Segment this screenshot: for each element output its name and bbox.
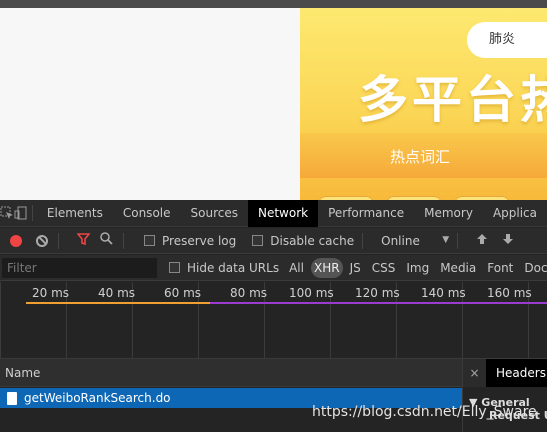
column-header-name[interactable]: Name bbox=[0, 359, 462, 387]
network-overview-timeline[interactable]: 20 ms 40 ms 60 ms 80 ms 100 ms 120 ms 14… bbox=[0, 282, 547, 359]
tab-headers[interactable]: Headers bbox=[486, 359, 547, 387]
filter-type-all[interactable]: All bbox=[285, 258, 308, 278]
timeline-tick-label: 20 ms bbox=[32, 286, 70, 300]
disable-cache-checkbox[interactable]: Disable cache bbox=[252, 234, 354, 248]
page-blank-area bbox=[0, 8, 300, 200]
filter-type-media[interactable]: Media bbox=[436, 258, 480, 278]
timeline-tick-label: 40 ms bbox=[98, 286, 136, 300]
banner-subtitle: 热点词汇 bbox=[390, 148, 451, 166]
timeline-tick-label: 160 ms bbox=[487, 286, 532, 300]
filter-type-img[interactable]: Img bbox=[402, 258, 433, 278]
devtools-panel: Elements Console Sources Network Perform… bbox=[0, 199, 547, 432]
filter-input[interactable] bbox=[2, 257, 157, 278]
tab-memory[interactable]: Memory bbox=[414, 200, 483, 227]
tab-network[interactable]: Network bbox=[247, 199, 319, 227]
export-har-icon[interactable] bbox=[502, 233, 514, 248]
timeline-tick-label: 100 ms bbox=[289, 286, 334, 300]
preserve-log-label: Preserve log bbox=[162, 233, 237, 248]
hide-data-urls-checkbox[interactable]: Hide data URLs bbox=[169, 261, 279, 275]
filter-type-xhr[interactable]: XHR bbox=[310, 257, 343, 278]
hide-data-urls-label: Hide data URLs bbox=[187, 260, 280, 275]
clear-button[interactable] bbox=[36, 234, 48, 247]
close-details-button[interactable]: × bbox=[462, 359, 486, 387]
filter-bar: Hide data URLs All XHR JS CSS Img Media … bbox=[0, 255, 547, 281]
devtools-tabbar: Elements Console Sources Network Perform… bbox=[0, 199, 547, 227]
separator bbox=[457, 232, 459, 249]
search-icon[interactable] bbox=[100, 232, 113, 249]
filter-type-js[interactable]: JS bbox=[346, 258, 365, 278]
separator bbox=[58, 232, 59, 249]
separator bbox=[32, 205, 33, 221]
separator bbox=[123, 232, 124, 249]
separator bbox=[362, 232, 364, 249]
banner-title: 多平台热 bbox=[358, 71, 547, 129]
timeline-tick-label: 80 ms bbox=[230, 286, 268, 300]
record-button[interactable] bbox=[10, 234, 22, 247]
filter-icon[interactable] bbox=[76, 232, 91, 249]
timeline-download-bar bbox=[210, 302, 547, 304]
tab-sources[interactable]: Sources bbox=[181, 200, 248, 227]
search-input[interactable]: 肺炎 bbox=[467, 22, 547, 58]
import-har-icon[interactable] bbox=[476, 233, 488, 248]
timeline-waiting-bar bbox=[26, 302, 210, 304]
tab-console[interactable]: Console bbox=[113, 200, 181, 227]
throttling-select[interactable]: Online bbox=[381, 234, 449, 248]
file-icon bbox=[7, 391, 17, 405]
filter-type-css[interactable]: CSS bbox=[368, 258, 400, 278]
device-toolbar-icon[interactable] bbox=[14, 200, 28, 227]
watermark-text: https://blog.csdn.net/Elly_Sware bbox=[312, 404, 537, 420]
tab-elements[interactable]: Elements bbox=[37, 200, 113, 227]
disable-cache-label: Disable cache bbox=[270, 233, 355, 248]
timeline-gridline bbox=[0, 282, 1, 359]
timeline-tick-label: 60 ms bbox=[164, 286, 202, 300]
hero-banner: 肺炎 多平台热 热点词汇 bbox=[300, 8, 547, 200]
preserve-log-checkbox[interactable]: Preserve log bbox=[144, 234, 236, 248]
filter-type-doc[interactable]: Doc bbox=[520, 258, 547, 278]
tab-performance[interactable]: Performance bbox=[318, 200, 414, 227]
timeline-tick-label: 120 ms bbox=[355, 286, 400, 300]
filter-type-font[interactable]: Font bbox=[483, 258, 517, 278]
tab-application[interactable]: Applica bbox=[483, 200, 547, 227]
inspect-element-icon[interactable] bbox=[0, 200, 14, 227]
network-toolbar: Preserve log Disable cache Online bbox=[0, 228, 547, 254]
timeline-tick-label: 140 ms bbox=[421, 286, 466, 300]
browser-top-strip bbox=[0, 0, 547, 8]
request-name: getWeiboRankSearch.do bbox=[24, 391, 171, 405]
